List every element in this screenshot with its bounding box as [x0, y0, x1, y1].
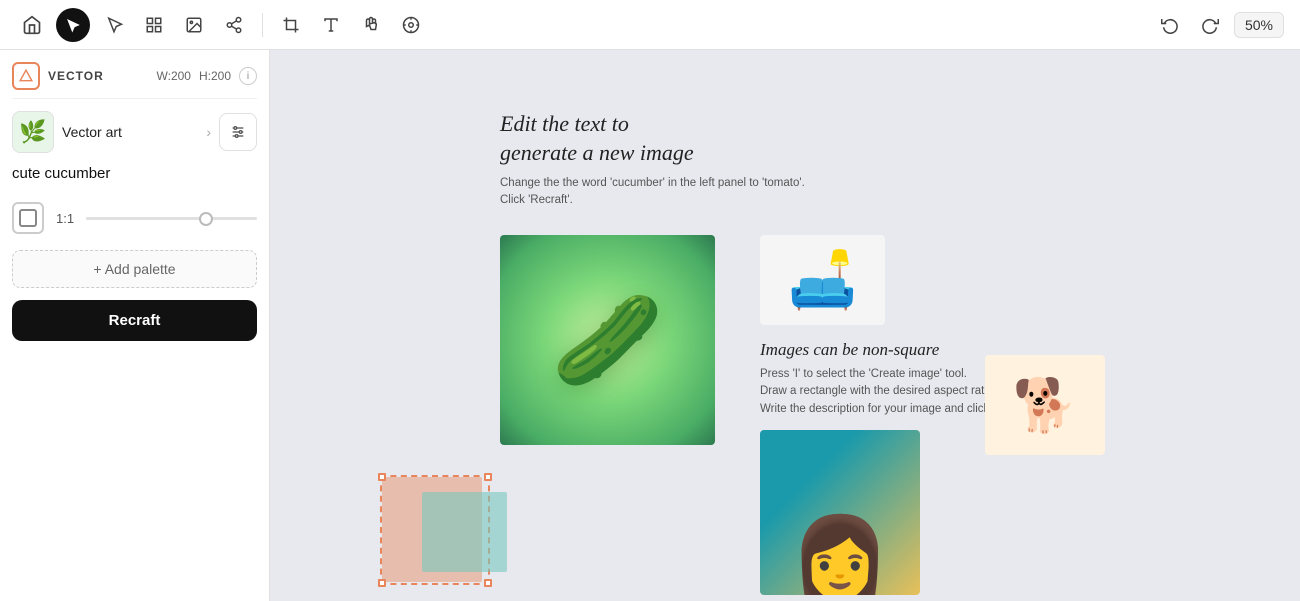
width-value: W:200 — [156, 69, 190, 83]
hat-emoji: 👩 — [790, 511, 890, 595]
ratio-row: 1:1 — [12, 202, 257, 234]
cursor-tool[interactable] — [98, 9, 130, 41]
handle-top-left[interactable] — [378, 473, 386, 481]
share-tool[interactable] — [218, 9, 250, 41]
hand-tool[interactable] — [355, 9, 387, 41]
settings-button[interactable] — [219, 113, 257, 151]
hint-title: Edit the text togenerate a new image — [500, 110, 805, 167]
cucumber-background: 🥒 — [500, 235, 715, 445]
toolbar: 50% — [0, 0, 1300, 50]
cursor-icon[interactable] — [56, 8, 90, 42]
handle-top-right[interactable] — [484, 473, 492, 481]
frame-tool[interactable] — [138, 9, 170, 41]
canvas-content: Edit the text togenerate a new image Cha… — [270, 50, 1300, 601]
undo-button[interactable] — [1154, 9, 1186, 41]
cucumber-emoji: 🥒 — [551, 288, 663, 393]
crop-tool[interactable] — [275, 9, 307, 41]
handle-bottom-right[interactable] — [484, 579, 492, 587]
dog-emoji: 🐕 — [1013, 375, 1078, 436]
chevron-right-icon: › — [206, 124, 211, 140]
vector-icon — [12, 62, 40, 90]
hint-desc-2: Click 'Recraft'. — [500, 192, 805, 209]
prompt-text[interactable]: cute cucumber — [12, 165, 257, 182]
hat-image[interactable]: 👩 — [760, 430, 920, 595]
ratio-slider[interactable] — [86, 217, 257, 220]
info-icon[interactable]: i — [239, 67, 257, 85]
sofa-image[interactable]: 🛋️ — [760, 235, 885, 325]
panel-dims: W:200 H:200 i — [156, 67, 257, 85]
separator-1 — [262, 13, 263, 37]
panel-label: VECTOR — [48, 69, 104, 83]
sofa-emoji: 🛋️ — [788, 247, 858, 313]
slider-thumb[interactable] — [199, 212, 213, 226]
hint-desc-1: Change the the word 'cucumber' in the le… — [500, 175, 805, 192]
ratio-icon — [12, 202, 44, 234]
add-palette-button[interactable]: + Add palette — [12, 250, 257, 288]
cucumber-image[interactable]: 🥒 — [500, 235, 715, 445]
dog-image[interactable]: 🐕 — [985, 355, 1105, 455]
create-image-tool[interactable] — [395, 9, 427, 41]
hint-card: Edit the text togenerate a new image Cha… — [500, 110, 805, 210]
text-tool[interactable] — [315, 9, 347, 41]
redo-button[interactable] — [1194, 9, 1226, 41]
canvas[interactable]: Edit the text togenerate a new image Cha… — [270, 50, 1300, 601]
handle-bottom-left[interactable] — [378, 579, 386, 587]
style-row: 🌿 Vector art › — [12, 111, 257, 153]
left-panel: VECTOR W:200 H:200 i 🌿 Vector art › cute… — [0, 50, 270, 601]
zoom-control[interactable]: 50% — [1234, 12, 1284, 38]
style-name[interactable]: Vector art — [62, 124, 198, 140]
image-tool[interactable] — [178, 9, 210, 41]
home-icon[interactable] — [16, 9, 48, 41]
style-thumbnail: 🌿 — [12, 111, 54, 153]
ratio-label: 1:1 — [56, 211, 74, 226]
selection-box[interactable] — [380, 475, 490, 585]
selection-inner — [422, 492, 507, 572]
recraft-button[interactable]: Recraft — [12, 300, 257, 341]
height-value: H:200 — [199, 69, 231, 83]
panel-header: VECTOR W:200 H:200 i — [12, 62, 257, 99]
